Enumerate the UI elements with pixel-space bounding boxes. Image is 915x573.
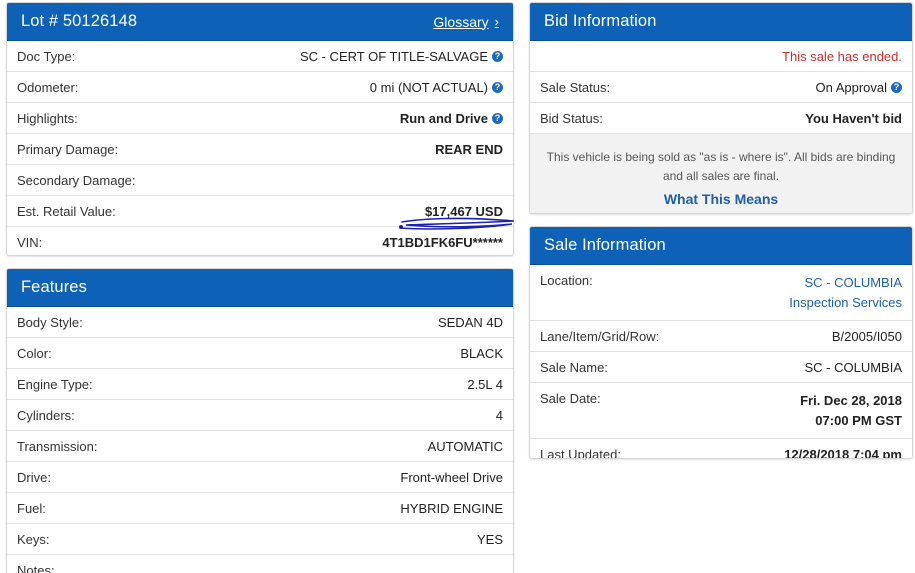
cylinders-label: Cylinders: xyxy=(17,407,75,423)
feature-row-cylinders: Cylinders: 4 xyxy=(7,400,513,431)
odometer-label: Odometer: xyxy=(17,79,79,95)
glossary-label: Glossary xyxy=(433,13,489,30)
drive-value: Front-wheel Drive xyxy=(400,469,503,485)
retail-value-label: Est. Retail Value: xyxy=(17,203,116,219)
feature-row-keys: Keys: YES xyxy=(7,524,513,555)
sale-date-label: Sale Date: xyxy=(540,391,601,406)
body-style-value: SEDAN 4D xyxy=(437,314,503,330)
color-value: BLACK xyxy=(460,345,503,361)
feature-row-color: Color: BLACK xyxy=(7,338,513,369)
last-updated-label: Last Updated: xyxy=(540,447,621,459)
last-updated-value: 12/28/2018 7:04 pm xyxy=(784,447,902,459)
location-line2: Inspection Services xyxy=(789,295,902,310)
sale-name-value: SC - COLUMBIA xyxy=(804,359,902,375)
sale-row-sale-date: Sale Date: Fri. Dec 28, 2018 07:00 PM GS… xyxy=(530,383,912,439)
body-style-label: Body Style: xyxy=(17,314,83,330)
lot-row-secondary-damage: Secondary Damage: xyxy=(7,165,513,196)
doc-type-label: Doc Type: xyxy=(17,48,76,64)
highlights-label: Highlights: xyxy=(17,110,78,126)
location-label: Location: xyxy=(540,273,593,288)
sale-row-sale-name: Sale Name: SC - COLUMBIA xyxy=(530,352,912,383)
sale-status-label: Sale Status: xyxy=(540,79,611,95)
feature-row-fuel: Fuel: HYBRID ENGINE xyxy=(7,493,513,524)
keys-label: Keys: xyxy=(17,531,50,547)
bid-row-sale-status: Sale Status: On Approval? xyxy=(530,72,912,103)
bid-header: Bid Information xyxy=(530,3,912,41)
features-header: Features xyxy=(7,269,513,307)
sale-row-location: Location: SC - COLUMBIA Inspection Servi… xyxy=(530,265,912,321)
features-title: Features xyxy=(21,278,87,296)
vin-label: VIN: xyxy=(17,235,43,250)
feature-row-engine-type: Engine Type: 2.5L 4 xyxy=(7,369,513,400)
feature-row-transmission: Transmission: AUTOMATIC xyxy=(7,431,513,462)
lot-row-primary-damage: Primary Damage: REAR END xyxy=(7,134,513,165)
primary-damage-label: Primary Damage: xyxy=(17,141,119,157)
feature-row-body-style: Body Style: SEDAN 4D xyxy=(7,307,513,338)
vin-value: 4T1BD1FK6FU****** xyxy=(382,235,503,250)
notes-label: Notes: xyxy=(17,563,55,573)
sale-ended-notice: This sale has ended. xyxy=(782,48,902,64)
bid-status-label: Bid Status: xyxy=(540,110,603,126)
bid-title: Bid Information xyxy=(544,12,657,30)
glossary-link[interactable]: Glossary › xyxy=(433,14,499,30)
sale-date-line2: 07:00 PM GST xyxy=(815,413,902,428)
sale-status-value: On Approval xyxy=(815,79,887,95)
sale-date-value: Fri. Dec 28, 2018 07:00 PM GST xyxy=(800,391,902,431)
help-icon[interactable]: ? xyxy=(492,112,503,124)
sale-row-lane: Lane/Item/Grid/Row: B/2005/I050 xyxy=(530,321,912,352)
bid-status-value: You Haven't bid xyxy=(805,110,902,126)
sale-name-label: Sale Name: xyxy=(540,359,608,375)
bid-disclaimer-box: This vehicle is being sold as "as is - w… xyxy=(530,134,912,213)
drive-label: Drive: xyxy=(17,469,51,485)
bid-notice-row: This sale has ended. xyxy=(530,41,912,72)
secondary-damage-label: Secondary Damage: xyxy=(17,172,136,188)
sale-row-last-updated: Last Updated: 12/28/2018 7:04 pm xyxy=(530,439,912,459)
feature-row-notes: Notes: xyxy=(7,555,513,573)
sale-panel: Sale Information Location: SC - COLUMBIA… xyxy=(529,226,913,459)
location-line1: SC - COLUMBIA xyxy=(804,275,902,290)
fuel-value: HYBRID ENGINE xyxy=(400,500,503,516)
lane-label: Lane/Item/Grid/Row: xyxy=(540,328,660,344)
transmission-label: Transmission: xyxy=(17,438,98,454)
lot-title: Lot # 50126148 xyxy=(21,12,138,30)
bid-row-bid-status: Bid Status: You Haven't bid xyxy=(530,103,912,134)
feature-row-drive: Drive: Front-wheel Drive xyxy=(7,462,513,493)
keys-value: YES xyxy=(476,531,503,547)
what-this-means-link[interactable]: What This Means xyxy=(540,190,902,209)
sale-date-line1: Fri. Dec 28, 2018 xyxy=(800,393,902,408)
engine-type-value: 2.5L 4 xyxy=(467,376,503,392)
highlights-value: Run and Drive xyxy=(399,110,488,126)
lot-header: Lot # 50126148 Glossary › xyxy=(7,3,513,41)
help-icon[interactable]: ? xyxy=(492,81,503,93)
help-icon[interactable]: ? xyxy=(492,50,503,62)
location-link[interactable]: SC - COLUMBIA Inspection Services xyxy=(789,273,902,313)
cylinders-value: 4 xyxy=(495,407,503,423)
primary-damage-value: REAR END xyxy=(435,141,503,157)
help-icon[interactable]: ? xyxy=(891,81,902,93)
engine-type-label: Engine Type: xyxy=(17,376,93,392)
color-label: Color: xyxy=(17,345,52,361)
lane-value: B/2005/I050 xyxy=(831,328,902,344)
bid-panel: Bid Information This sale has ended. Sal… xyxy=(529,2,913,214)
doc-type-value: SC - CERT OF TITLE-SALVAGE xyxy=(299,48,488,64)
lot-row-highlights: Highlights: Run and Drive? xyxy=(7,103,513,134)
bid-disclaimer-text: This vehicle is being sold as "as is - w… xyxy=(546,150,896,183)
fuel-label: Fuel: xyxy=(17,500,46,516)
chevron-right-icon: › xyxy=(494,14,499,29)
sale-header: Sale Information xyxy=(530,227,912,265)
features-panel: Features Body Style: SEDAN 4D Color: BLA… xyxy=(6,268,514,573)
odometer-value: 0 mi (NOT ACTUAL) xyxy=(369,79,488,95)
transmission-value: AUTOMATIC xyxy=(427,438,503,454)
lot-row-doc-type: Doc Type: SC - CERT OF TITLE-SALVAGE? xyxy=(7,41,513,72)
redaction-scribble xyxy=(399,217,515,230)
sale-title: Sale Information xyxy=(544,236,666,254)
lot-row-odometer: Odometer: 0 mi (NOT ACTUAL)? xyxy=(7,72,513,103)
